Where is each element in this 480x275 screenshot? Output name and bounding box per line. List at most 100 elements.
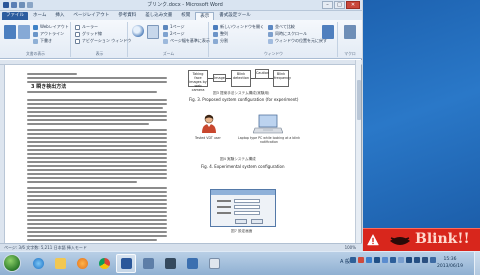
word-icon bbox=[120, 258, 132, 269]
figure-4-caption-jp: 図4 実験システム構成 bbox=[220, 157, 256, 161]
one-page-button[interactable]: 1ページ bbox=[163, 24, 184, 30]
view-outline-row[interactable]: アウトライン bbox=[33, 31, 64, 37]
reset-position-button[interactable]: ウィンドウの位置を元に戻す bbox=[268, 38, 327, 44]
two-pages-button[interactable]: 2ページ bbox=[163, 31, 184, 37]
ribbon-tabs: ファイル ホーム 挿入 ページレイアウト 参考資料 差し込み文書 校閲 表示 書式設定ツール bbox=[0, 11, 362, 20]
tray-app-icon[interactable] bbox=[358, 257, 364, 263]
view-web-row[interactable]: Webレイアウト bbox=[33, 24, 69, 30]
tray-arrow-icon[interactable] bbox=[350, 257, 356, 263]
text-line bbox=[27, 199, 167, 201]
side-by-side-button[interactable]: 並べて比較 bbox=[268, 24, 295, 30]
zoom-100-icon[interactable] bbox=[147, 25, 159, 39]
flag-icon[interactable] bbox=[422, 257, 428, 263]
text-line bbox=[27, 107, 163, 109]
arrange-button[interactable]: 整列 bbox=[213, 31, 228, 37]
taskbar-app[interactable] bbox=[182, 254, 202, 273]
ribbon-tab[interactable]: ホーム bbox=[29, 12, 50, 20]
tray-app-icon[interactable] bbox=[382, 257, 388, 263]
ribbon-tab[interactable]: 差し込み文書 bbox=[141, 12, 176, 20]
taskbar-blink[interactable] bbox=[204, 254, 224, 273]
scrollbar-thumb[interactable] bbox=[357, 80, 361, 120]
tray-app-icon[interactable] bbox=[374, 257, 380, 263]
text-line bbox=[27, 77, 167, 79]
taskbar-ie[interactable] bbox=[28, 254, 48, 273]
text-line bbox=[27, 91, 157, 93]
text-line bbox=[27, 191, 167, 193]
ribbon-tab[interactable]: 表示 bbox=[195, 12, 215, 20]
figure-3-caption-en: Fig. 3. Proposed system configuration (f… bbox=[189, 97, 299, 102]
volume-icon[interactable] bbox=[414, 257, 420, 263]
text-line bbox=[27, 173, 167, 175]
text-line bbox=[27, 231, 167, 233]
taskbar-paint[interactable] bbox=[138, 254, 158, 273]
document-page[interactable]: 3 瞬き検出方法 Taking face images by web camer… bbox=[5, 65, 356, 243]
page-width-label: ページ幅を基準に表示 bbox=[170, 38, 210, 43]
text-line bbox=[27, 145, 167, 147]
close-button[interactable]: ✕ bbox=[346, 1, 360, 9]
page-width-button[interactable]: ページ幅を基準に表示 bbox=[163, 38, 210, 44]
blink-notification[interactable]: Blink!! bbox=[363, 228, 480, 251]
taskbar-chrome[interactable] bbox=[94, 254, 114, 273]
gridlines-checkbox[interactable]: グリッド線 bbox=[75, 31, 102, 37]
taskbar-explorer[interactable] bbox=[50, 254, 70, 273]
redo-icon[interactable] bbox=[27, 2, 33, 8]
laptop-icon bbox=[253, 114, 283, 134]
navpane-checkbox[interactable]: ナビゲーション ウィンドウ bbox=[75, 38, 131, 44]
print-layout-icon[interactable] bbox=[4, 25, 16, 39]
ribbon-tab[interactable]: 参考資料 bbox=[114, 12, 140, 20]
macros-icon[interactable] bbox=[344, 25, 356, 39]
split-button[interactable]: 分割 bbox=[213, 38, 228, 44]
ribbon-tab[interactable]: 校閲 bbox=[177, 12, 194, 20]
language-indicator[interactable]: A 般 bbox=[340, 258, 350, 265]
page-width-icon bbox=[163, 38, 168, 44]
tray-app-icon[interactable] bbox=[398, 257, 404, 263]
ribbon-group-views: Webレイアウト アウトライン 下書き 文書の表示 bbox=[1, 22, 71, 57]
view-draft-row[interactable]: 下書き bbox=[33, 38, 52, 44]
group-label-views: 文書の表示 bbox=[26, 51, 45, 56]
ribbon-tab[interactable]: ページレイアウト bbox=[69, 12, 113, 20]
start-button[interactable] bbox=[3, 254, 21, 272]
clock[interactable]: 15:36 2013/06/19 bbox=[432, 256, 468, 270]
tray-app-icon[interactable] bbox=[390, 257, 396, 263]
ribbon-tab[interactable]: ファイル bbox=[2, 12, 28, 20]
tray-app-icon[interactable] bbox=[366, 257, 372, 263]
one-page-icon bbox=[163, 24, 168, 30]
save-icon[interactable] bbox=[11, 2, 17, 8]
settings-icon bbox=[164, 258, 176, 269]
reset-position-icon bbox=[268, 38, 273, 44]
sync-scroll-button[interactable]: 同時にスクロール bbox=[268, 31, 307, 37]
full-screen-icon[interactable] bbox=[18, 25, 30, 39]
user-label: Tested VDT user bbox=[195, 136, 221, 140]
maximize-button[interactable]: □ bbox=[334, 1, 345, 9]
gridlines-label: グリッド線 bbox=[82, 31, 102, 36]
window-title: ブリンク.docx - Microsoft Word bbox=[147, 2, 223, 8]
zoom-level[interactable]: 100% bbox=[345, 245, 356, 250]
vertical-scrollbar[interactable] bbox=[355, 60, 361, 243]
text-line bbox=[27, 99, 167, 101]
side-by-side-icon bbox=[268, 24, 273, 30]
section-heading: 3 瞬き検出方法 bbox=[31, 84, 67, 90]
ruler-label: ルーラー bbox=[82, 24, 98, 29]
draft-label: 下書き bbox=[40, 38, 52, 43]
ribbon-group-zoom: 1ページ 2ページ ページ幅を基準に表示 ズーム bbox=[129, 22, 210, 57]
text-line bbox=[27, 137, 167, 139]
network-icon[interactable] bbox=[406, 257, 412, 263]
zoom-icon[interactable] bbox=[132, 25, 144, 37]
switch-windows-icon[interactable] bbox=[322, 25, 334, 39]
taskbar-word[interactable] bbox=[116, 254, 136, 273]
undo-icon[interactable] bbox=[19, 2, 25, 8]
laptop-label: Laptop type PC while looking at a blink … bbox=[237, 136, 301, 144]
ruler-checkbox[interactable]: ルーラー bbox=[75, 24, 98, 30]
group-label-zoom: ズーム bbox=[162, 51, 175, 56]
ribbon-group-window: 新しいウィンドウを開く 整列 分割 並べて比較 同時にスクロール ウィンドウの位… bbox=[210, 22, 338, 57]
taskbar-media[interactable] bbox=[72, 254, 92, 273]
ribbon-tab[interactable]: 挿入 bbox=[51, 12, 68, 20]
ribbon-tab[interactable]: 書式設定ツール bbox=[215, 12, 255, 20]
taskbar-settings[interactable] bbox=[160, 254, 180, 273]
one-page-label: 1ページ bbox=[170, 24, 185, 29]
show-desktop-button[interactable] bbox=[474, 252, 480, 275]
text-line bbox=[27, 177, 167, 179]
new-window-button[interactable]: 新しいウィンドウを開く bbox=[213, 24, 264, 30]
word-window: ブリンク.docx - Microsoft Word – □ ✕ ファイル ホーム… bbox=[0, 0, 362, 251]
minimize-button[interactable]: – bbox=[322, 1, 333, 9]
